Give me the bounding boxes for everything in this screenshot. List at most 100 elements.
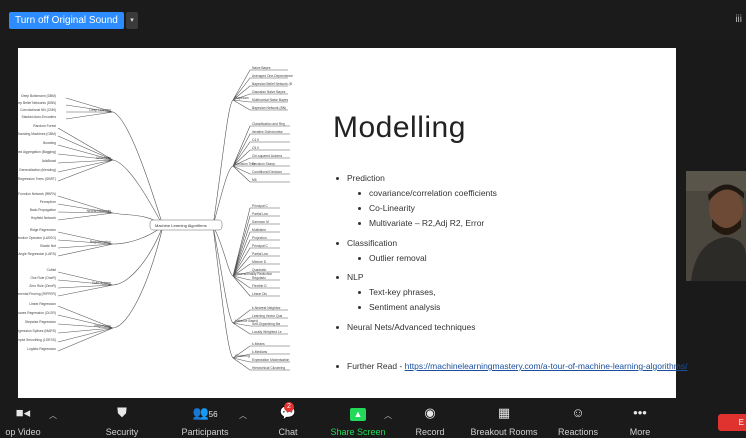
mind-map-group-label: Clustering (235, 354, 250, 358)
mind-map-leaf-label: Learning Vector Qua (252, 314, 282, 318)
mind-map-leaf-label: C4.5 (252, 138, 259, 142)
stop-video-button[interactable]: ■◂ op Video (0, 405, 46, 437)
mind-map-leaf-label: Radial Basis Function Network (RBFN) (18, 192, 56, 196)
mind-map-leaf-label: k-Medians (252, 350, 268, 354)
mind-map-leaf-label: Linear Dis (252, 292, 267, 296)
mind-map-leaf-label: Perceptron (40, 200, 56, 204)
share-screen-icon: ▲ (326, 405, 390, 421)
video-options-caret[interactable]: ︿ (49, 410, 57, 421)
original-sound-button[interactable]: Turn off Original Sound (9, 12, 124, 29)
mind-map-leaf-label: Hopfield Network (31, 216, 56, 220)
mind-map-leaf-label: Stacked Generalization (blending) (18, 168, 56, 172)
further-read-link[interactable]: https://machinelearningmastery.com/a-tou… (405, 361, 688, 371)
mind-map-leaf-label: Partial Lea (252, 212, 268, 216)
mind-map-leaf-label: Expectation Maximisation (252, 358, 290, 362)
participant-video-thumbnail[interactable] (686, 171, 746, 281)
mind-map-leaf-label: Sammon M (252, 220, 269, 224)
mind-map-group-label: Ensemble (96, 156, 111, 160)
gallery-view-icon[interactable]: iii (735, 14, 742, 25)
mind-map-leaf-label: Bootstrapped Aggregation (Bagging) (18, 150, 56, 154)
mind-map-leaf-label: Logistic Regression (27, 347, 56, 351)
mind-map-leaf-label: Stepwise Regression (25, 320, 56, 324)
mind-map-leaf-label: Multivariate Adaptive Regression Splines… (18, 329, 56, 333)
shared-screen-slide: Machine Learning Algorithms Deep Learnin… (18, 48, 687, 398)
mind-map-leaf-label: Mixture D (252, 260, 267, 264)
mind-map-leaf-label: Gradient Boosting Machines (GBM) (18, 132, 56, 136)
mind-map-leaf-label: Zero Rule (ZeroR) (29, 284, 56, 288)
bullet-sentiment: Sentiment analysis (358, 302, 440, 312)
breakout-rooms-icon: ▦ (497, 405, 511, 420)
participants-options-caret[interactable]: ︿ (239, 410, 247, 421)
participants-icon: 👥56 (192, 405, 218, 420)
mind-map-leaf-label: Hierarchical Clustering (252, 366, 285, 370)
more-button[interactable]: ••• More (620, 405, 660, 437)
smiley-icon: ☺ (571, 405, 585, 420)
security-button[interactable]: ⛊ Security (90, 405, 154, 437)
mind-map-leaf-label: Quadratic (252, 268, 267, 272)
mind-map-group-label: Bayesian (235, 96, 249, 100)
mind-map-leaf-label: Bayesian Belief Network (B (252, 82, 293, 86)
mind-map-leaf-label: Projection (252, 236, 267, 240)
mind-map-leaf-label: Convolutional NN (CNN) (20, 108, 56, 112)
mind-map-leaf-label: Decision Stump (252, 162, 275, 166)
mind-map-group-label: Deep Learning (89, 108, 111, 112)
mind-map-leaf-label: Locally Weighted Le (252, 330, 282, 334)
mind-map-leaf-label: Flexible D (252, 284, 267, 288)
mind-map-leaf-label: Partial Lea (252, 252, 268, 256)
mind-map-leaf-label: Multidime (252, 228, 266, 232)
mind-map-leaf-label: Ordinary Least Squares Regression (OLSR) (18, 311, 56, 315)
video-camera-icon: ■◂ (15, 405, 31, 420)
bullet-outlier-removal: Outlier removal (358, 253, 427, 263)
mind-map-leaf-label: Back-Propagation (30, 208, 56, 212)
mind-map-leaf-label: Regulariz (252, 276, 266, 280)
mind-map-leaf-label: Random Forest (33, 124, 56, 128)
mind-map-leaf-label: C5.0 (252, 146, 259, 150)
mind-map-leaf-label: Principal C (252, 204, 269, 208)
mind-map-leaf-label: Locally Estimated Scatterplot Smoothing … (18, 338, 56, 342)
mind-map-leaf-label: Least Angle Regression (LARS) (18, 252, 56, 256)
mind-map-leaf-label: Self-Organizing Ma (252, 322, 280, 326)
mind-map-leaf-label: Ridge Regression (30, 228, 56, 232)
mind-map-leaf-label: Multinomial Naive Bayes (252, 98, 288, 102)
end-meeting-button[interactable]: E (718, 414, 746, 431)
record-icon: ◉ (424, 405, 436, 420)
mind-map-leaf-label: Gradient Boosted Regression Trees (GBRT) (18, 177, 56, 181)
participants-button[interactable]: 👥56 Participants (174, 405, 236, 437)
meeting-toolbar: ■◂ op Video ︿ ⛊ Security 👥56 Participant… (0, 400, 746, 438)
bullet-multivariate: Multivariate – R2,Adj R2, Error (358, 218, 484, 228)
mind-map-diagram: Machine Learning Algorithms Deep Learnin… (18, 66, 293, 371)
bullet-further-read: Further Read - https://machinelearningma… (336, 361, 687, 371)
bullet-nlp: NLP (336, 272, 364, 282)
mind-map-center-label: Machine Learning Algorithms (155, 223, 207, 228)
share-screen-options-caret[interactable]: ︿ (384, 410, 392, 421)
mind-map-leaf-label: Classification and Reg (252, 122, 285, 126)
mind-map-leaf-label: M5 (252, 178, 257, 182)
share-screen-button[interactable]: ▲ Share Screen (326, 405, 390, 437)
bullet-covariance: covariance/correlation coefficients (358, 188, 497, 198)
breakout-rooms-button[interactable]: ▦ Breakout Rooms (462, 405, 546, 437)
mind-map-leaf-label: Stacked Auto-Encoders (22, 115, 57, 119)
mind-map-leaf-label: AdaBoost (42, 159, 56, 163)
bullet-text-key-phrases: Text-key phrases, (358, 287, 436, 297)
reactions-button[interactable]: ☺ Reactions (550, 405, 606, 437)
bullet-classification: Classification (336, 238, 397, 248)
mind-map-leaf-label: k-Nearest Neighbor (252, 306, 281, 310)
record-button[interactable]: ◉ Record (408, 405, 452, 437)
mind-map-leaf-label: Deep Belief Networks (DBN) (18, 101, 56, 105)
chat-unread-badge: 2 (284, 402, 294, 412)
mind-map-leaf-label: Repeated Incremental Pruning (RIPPER) (18, 292, 56, 296)
participant-video-image (686, 171, 746, 281)
original-sound-menu-caret[interactable]: ▾ (126, 12, 138, 29)
mind-map-leaf-label: Boosting (43, 141, 56, 145)
mind-map-group-label: Neural Networks (87, 209, 112, 213)
mind-map-leaf-label: Conditional Decision (252, 170, 282, 174)
mind-map-leaf-label: Gaussian Naive Bayes (252, 90, 286, 94)
mind-map-leaf-label: Elastic Net (40, 244, 56, 248)
mind-map-group-label: Rule System (92, 281, 111, 285)
mind-map-leaf-label: Least Absolute Shrinkage and Selection O… (18, 236, 56, 240)
chat-button[interactable]: 💬 2 Chat (270, 402, 306, 437)
slide-title: Modelling (333, 111, 466, 144)
top-bar: Turn off Original Sound ▾ iii (0, 0, 746, 40)
mind-map-leaf-label: Cubist (47, 268, 56, 272)
mind-map-leaf-label: Linear Regression (29, 302, 56, 306)
